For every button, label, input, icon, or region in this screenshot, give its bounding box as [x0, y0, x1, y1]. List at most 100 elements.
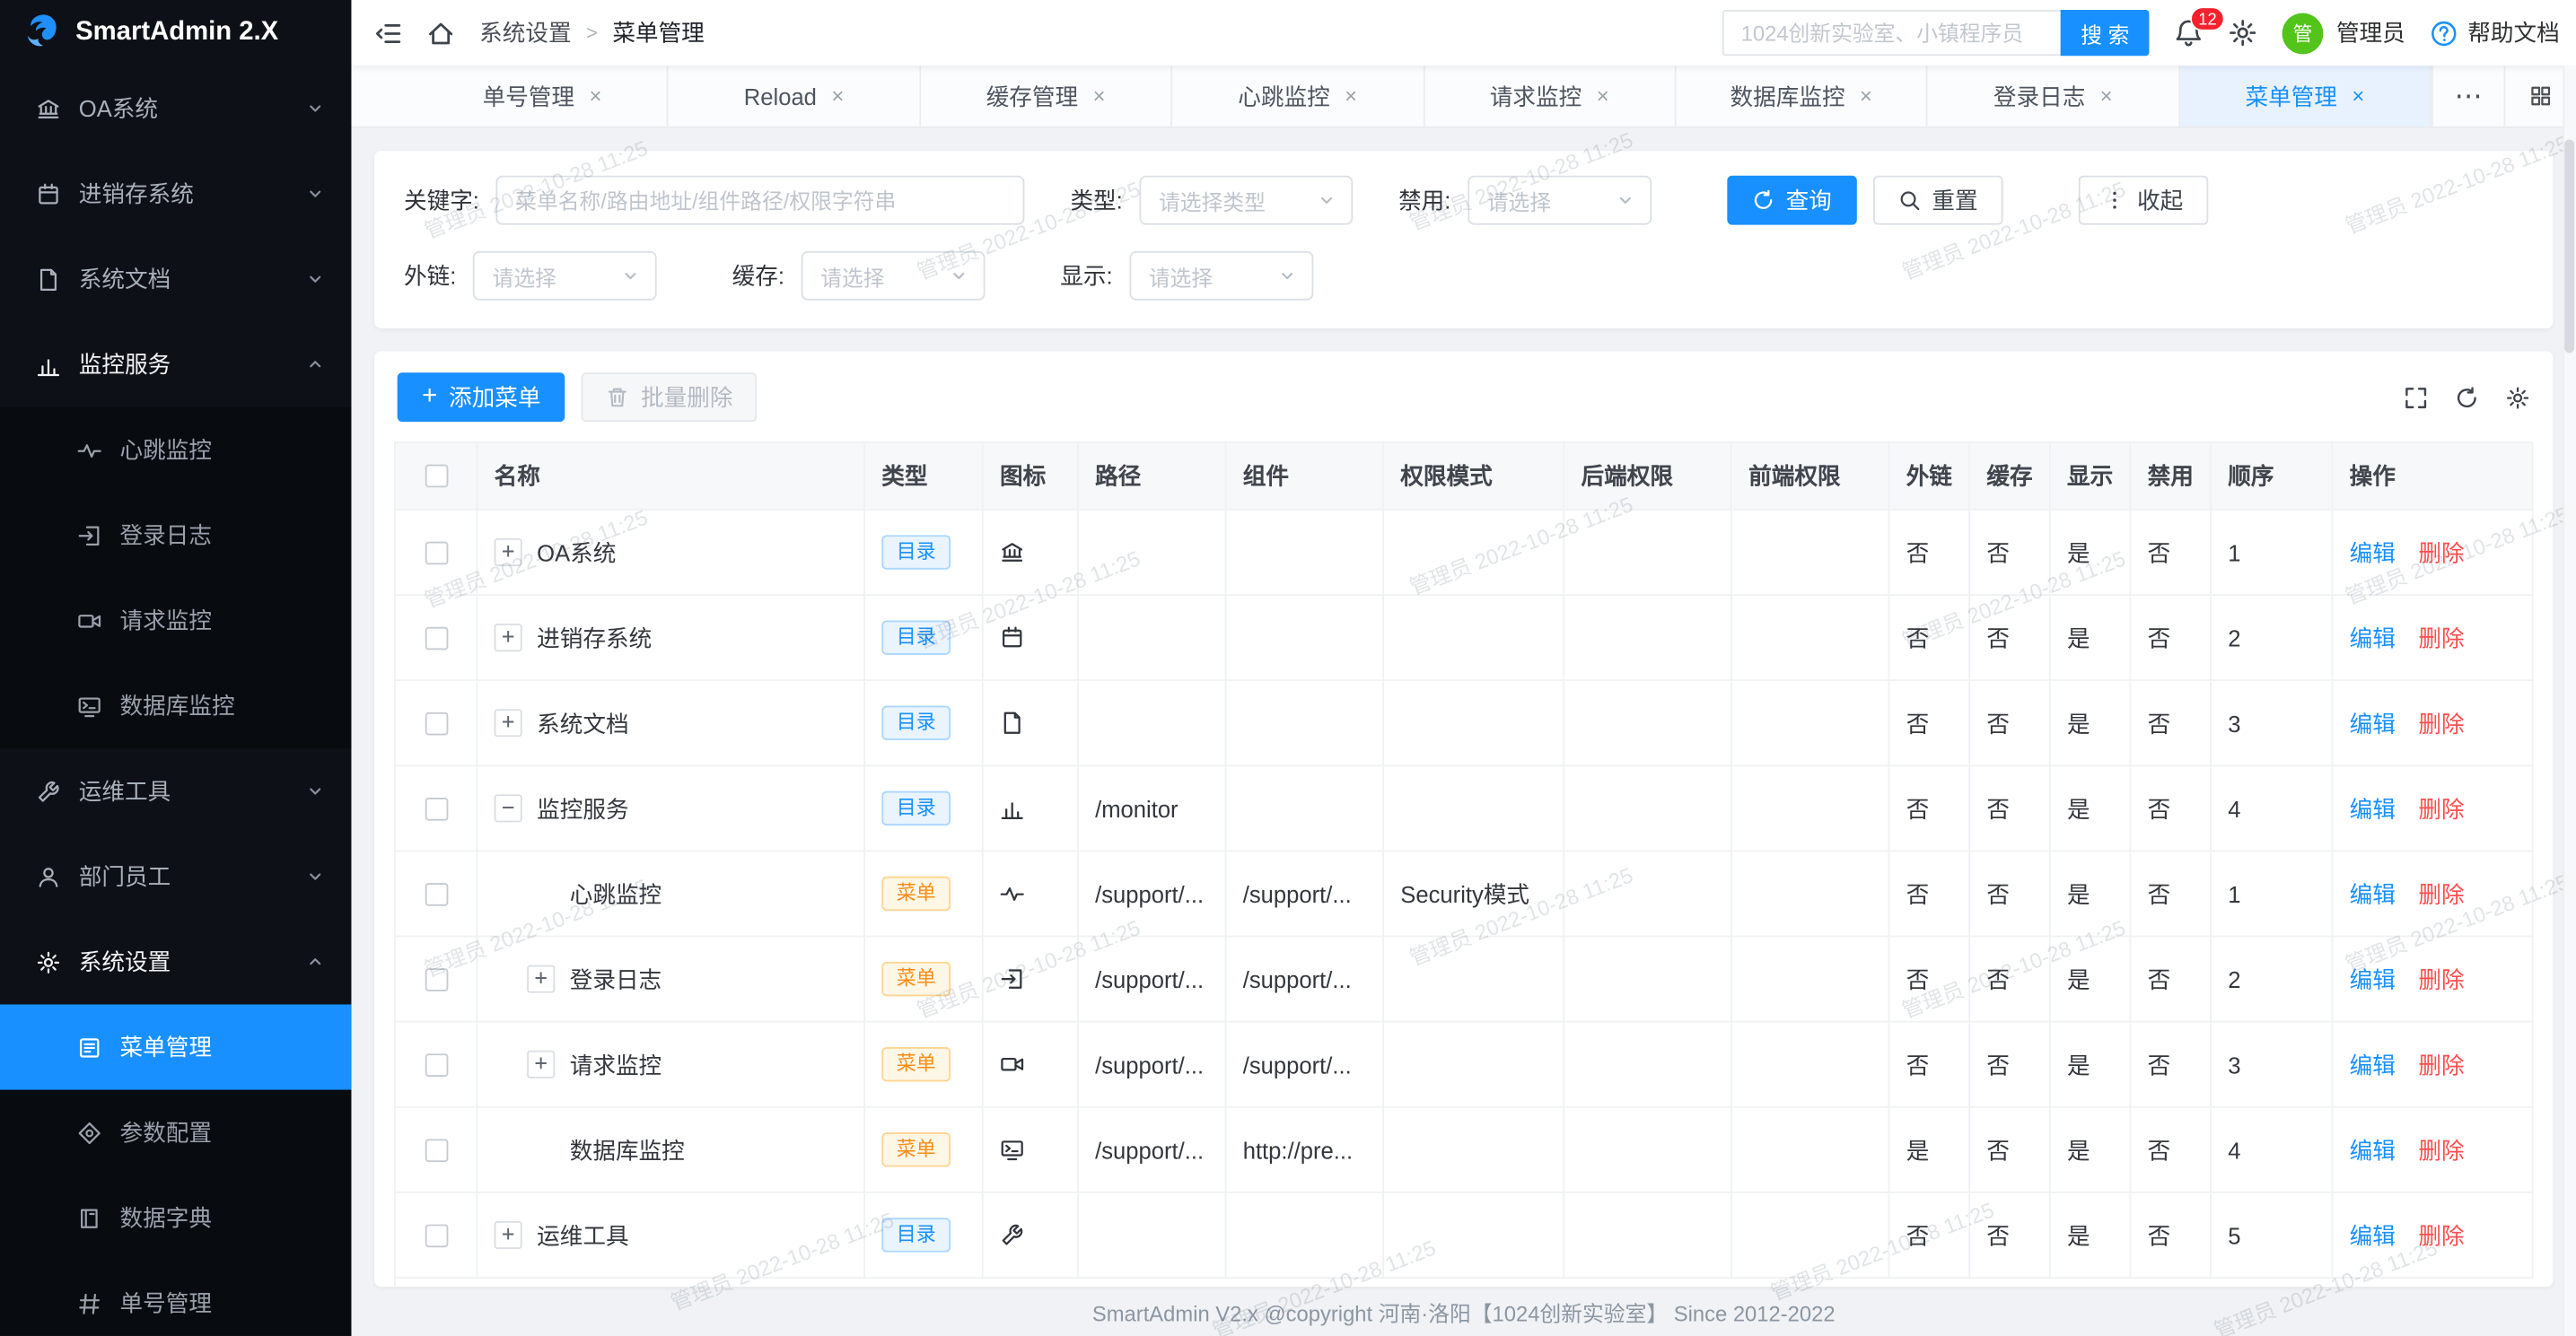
delete-link[interactable]: 删除 [2418, 536, 2464, 569]
sidebar-item-label: 数据库监控 [120, 689, 326, 722]
external-select[interactable]: 请选择 [473, 251, 657, 301]
edit-link[interactable]: 编辑 [2350, 878, 2396, 911]
edit-link[interactable]: 编辑 [2350, 706, 2396, 739]
scrollbar-thumb[interactable] [2564, 139, 2574, 353]
row-checkbox[interactable] [425, 1052, 448, 1076]
home-icon[interactable] [427, 19, 455, 47]
delete-link[interactable]: 删除 [2418, 621, 2464, 654]
row-checkbox[interactable] [425, 1139, 448, 1162]
refresh-icon[interactable] [2455, 385, 2479, 409]
question-circle-icon [2430, 19, 2458, 47]
select-all-checkbox[interactable] [425, 465, 448, 488]
type-label: 类型: [1070, 184, 1122, 217]
disabled-select[interactable]: 请选择 [1468, 176, 1652, 225]
tabbar: 单号管理× Reload× 缓存管理× 心跳监控× 请求监控× 数据库监控× 登… [351, 65, 2576, 128]
breadcrumb-root[interactable]: 系统设置 [479, 16, 571, 49]
add-menu-button[interactable]: +添加菜单 [398, 372, 565, 422]
expand-toggle[interactable]: + [495, 1221, 522, 1249]
row-checkbox[interactable] [425, 626, 448, 650]
edit-link[interactable]: 编辑 [2350, 1048, 2396, 1081]
batch-delete-button[interactable]: 批量删除 [582, 372, 758, 422]
sidebar-item-monitor-service[interactable]: 监控服务 [0, 322, 351, 407]
tab-close-icon[interactable]: × [1597, 83, 1609, 108]
sidebar-item-order-number[interactable]: 单号管理 [0, 1261, 351, 1336]
column-settings-gear-icon[interactable] [2505, 385, 2529, 409]
collapse-filter-button[interactable]: 收起 [2078, 176, 2208, 225]
menu-fold-icon[interactable] [374, 19, 402, 47]
delete-link[interactable]: 删除 [2418, 792, 2464, 825]
cache-select[interactable]: 请选择 [801, 251, 985, 301]
settings-gear-icon[interactable] [2228, 18, 2257, 48]
tab-more-icon[interactable]: ⋯ [2431, 65, 2503, 127]
tab-close-icon[interactable]: × [589, 83, 601, 108]
sidebar-item-param-config[interactable]: 参数配置 [0, 1090, 351, 1175]
row-checkbox[interactable] [425, 712, 448, 735]
sidebar-item-ops-tools[interactable]: 运维工具 [0, 748, 351, 834]
tab-cache-management[interactable]: 缓存管理× [921, 65, 1173, 127]
sidebar-item-login-log[interactable]: 登录日志 [0, 493, 351, 578]
tab-close-icon[interactable]: × [831, 83, 844, 108]
sidebar-item-db-monitor[interactable]: 数据库监控 [0, 663, 351, 748]
sidebar-item-oa-system[interactable]: OA系统 [0, 65, 351, 151]
table-panel: +添加菜单 批量删除 名称 类型 图标 [374, 351, 2553, 1287]
tab-heartbeat-monitor[interactable]: 心跳监控× [1172, 65, 1424, 127]
disabled-cell: 否 [2131, 1108, 2212, 1193]
tab-request-monitor[interactable]: 请求监控× [1424, 65, 1677, 127]
edit-link[interactable]: 编辑 [2350, 1133, 2396, 1166]
show-select[interactable]: 请选择 [1129, 251, 1313, 301]
query-button[interactable]: 查询 [1727, 176, 1857, 225]
logo[interactable]: SmartAdmin 2.X [0, 0, 351, 65]
row-checkbox[interactable] [425, 1224, 448, 1247]
tab-menu-management[interactable]: 菜单管理× [2179, 65, 2431, 127]
page-scrollbar[interactable] [2563, 65, 2576, 1336]
sidebar-item-menu-management[interactable]: 菜单管理 [0, 1004, 351, 1089]
expand-toggle[interactable]: + [495, 538, 522, 566]
edit-link[interactable]: 编辑 [2350, 963, 2396, 996]
tab-close-icon[interactable]: × [1860, 83, 1872, 108]
edit-link[interactable]: 编辑 [2350, 1218, 2396, 1252]
edit-link[interactable]: 编辑 [2350, 536, 2396, 569]
path-cell: /support/... [1079, 937, 1227, 1022]
reset-button[interactable]: 重置 [1873, 176, 2003, 225]
tab-order-number[interactable]: 单号管理× [417, 65, 670, 127]
tab-db-monitor[interactable]: 数据库监控× [1676, 65, 1928, 127]
row-checkbox[interactable] [425, 797, 448, 820]
tab-close-icon[interactable]: × [2352, 83, 2364, 108]
search-input[interactable] [1723, 10, 2062, 56]
edit-link[interactable]: 编辑 [2350, 621, 2396, 654]
sidebar-item-department-staff[interactable]: 部门员工 [0, 834, 351, 919]
tab-login-log[interactable]: 登录日志× [1928, 65, 2180, 127]
sidebar-item-data-dictionary[interactable]: 数据字典 [0, 1175, 351, 1261]
edit-link[interactable]: 编辑 [2350, 792, 2396, 825]
sidebar-item-request-monitor[interactable]: 请求监控 [0, 578, 351, 663]
fullscreen-icon[interactable] [2404, 385, 2428, 409]
tab-close-icon[interactable]: × [1093, 83, 1106, 108]
notification-bell-icon[interactable]: 12 [2174, 18, 2204, 48]
delete-link[interactable]: 删除 [2418, 706, 2464, 739]
sidebar-item-inventory-system[interactable]: 进销存系统 [0, 151, 351, 236]
keyword-input[interactable] [495, 176, 1024, 225]
expand-toggle[interactable]: + [495, 709, 522, 737]
sidebar-item-system-settings[interactable]: 系统设置 [0, 919, 351, 1004]
row-checkbox[interactable] [425, 967, 448, 991]
row-checkbox[interactable] [425, 882, 448, 905]
type-select[interactable]: 请选择类型 [1139, 176, 1353, 225]
expand-toggle[interactable]: + [495, 624, 522, 651]
search-button[interactable]: 搜 索 [2061, 10, 2149, 56]
expand-toggle[interactable]: + [527, 1051, 555, 1078]
tab-close-icon[interactable]: × [1345, 83, 1357, 108]
delete-link[interactable]: 删除 [2418, 1048, 2464, 1081]
tab-close-icon[interactable]: × [2100, 83, 2113, 108]
row-checkbox[interactable] [425, 541, 448, 564]
delete-link[interactable]: 删除 [2418, 963, 2464, 996]
delete-link[interactable]: 删除 [2418, 1218, 2464, 1252]
sidebar-item-system-docs[interactable]: 系统文档 [0, 236, 351, 321]
delete-link[interactable]: 删除 [2418, 1133, 2464, 1166]
user-menu[interactable]: 管 管理员 [2282, 13, 2405, 54]
expand-toggle[interactable]: + [527, 965, 555, 993]
delete-link[interactable]: 删除 [2418, 878, 2464, 911]
collapse-toggle[interactable]: − [495, 794, 522, 822]
sidebar-item-heartbeat-monitor[interactable]: 心跳监控 [0, 407, 351, 493]
tab-reload[interactable]: Reload× [669, 65, 921, 127]
help-link[interactable]: 帮助文档 [2430, 16, 2560, 49]
